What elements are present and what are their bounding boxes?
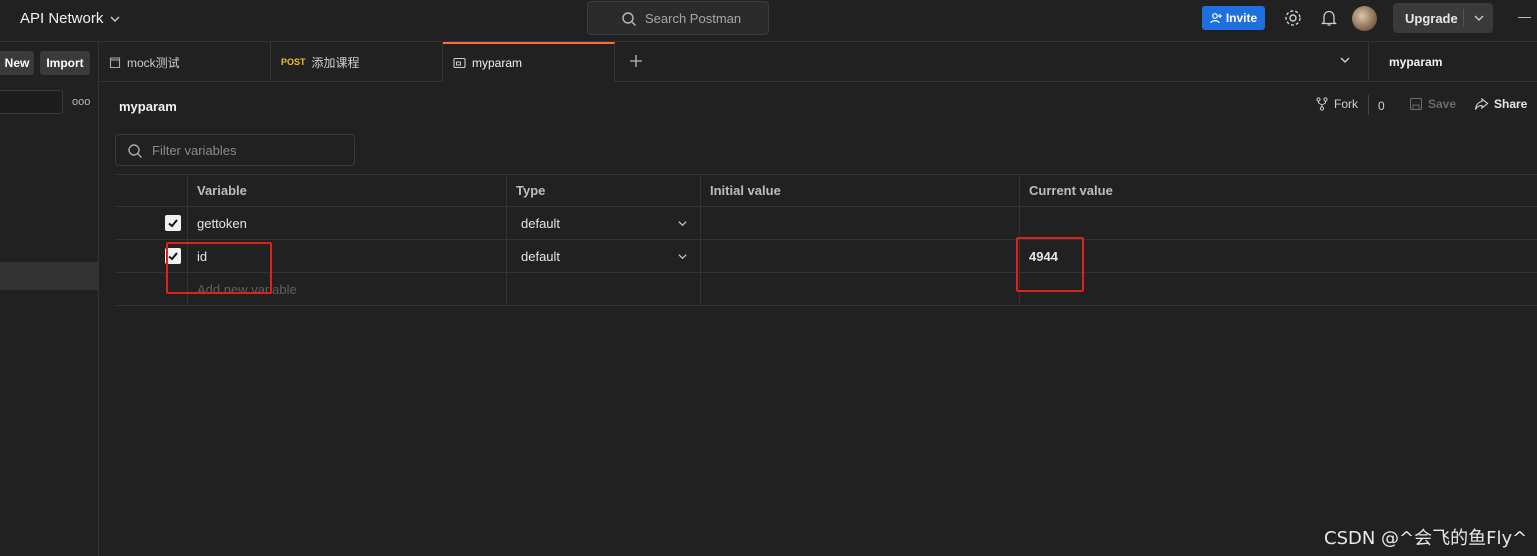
minimize-icon[interactable] — [1518, 17, 1531, 18]
initial-value-field[interactable] — [700, 207, 1019, 239]
search-placeholder: Search Postman — [645, 10, 742, 26]
upgrade-divider — [1463, 9, 1464, 27]
settings-icon[interactable] — [1283, 8, 1303, 28]
more-options-icon[interactable]: ooo — [72, 96, 90, 108]
sidebar-item-selected[interactable] — [0, 262, 99, 290]
tab-label: 添加课程 — [311, 55, 360, 70]
chevron-down-icon[interactable] — [1339, 54, 1351, 66]
type-select[interactable]: default — [506, 240, 700, 272]
tab-myparam[interactable]: myparam — [443, 42, 615, 82]
fork-count: 0 — [1378, 99, 1385, 113]
share-button[interactable]: Share — [1474, 97, 1527, 111]
import-button[interactable]: Import — [40, 51, 90, 75]
chevron-down-icon — [110, 16, 120, 22]
type-cell-empty — [506, 273, 700, 305]
header-initial-value: Initial value — [700, 175, 1019, 206]
divider — [1368, 42, 1369, 82]
chevron-down-icon — [678, 220, 687, 226]
current-value-field[interactable] — [1019, 207, 1537, 239]
header-current-value: Current value — [1019, 175, 1537, 206]
row-check-cell — [115, 207, 187, 239]
type-select[interactable]: default — [506, 207, 700, 239]
check-icon — [168, 219, 178, 228]
upgrade-button[interactable]: Upgrade — [1393, 3, 1493, 33]
workspace-name: API Network — [20, 10, 104, 27]
top-bar: API Network Search Postman Invite Upgrad… — [0, 0, 1537, 42]
watermark: CSDN @^会飞的鱼Fly^ — [1324, 528, 1528, 549]
header-check-cell — [115, 175, 187, 206]
initial-value-empty — [700, 273, 1019, 305]
add-tab-icon[interactable] — [626, 51, 646, 71]
checkbox[interactable] — [165, 215, 181, 231]
initial-value-field[interactable] — [700, 240, 1019, 272]
save-icon — [1409, 97, 1423, 111]
tab-mock[interactable]: mock测试 — [99, 42, 271, 82]
add-user-icon — [1210, 13, 1222, 24]
chevron-down-icon — [678, 253, 687, 259]
collection-icon — [109, 56, 121, 68]
save-button[interactable]: Save — [1409, 97, 1456, 111]
share-icon — [1474, 97, 1489, 110]
environment-selector[interactable]: myparam — [1389, 55, 1442, 69]
variable-name-field[interactable]: gettoken — [187, 207, 506, 239]
search-icon — [128, 144, 142, 158]
invite-button[interactable]: Invite — [1202, 6, 1265, 30]
save-label: Save — [1428, 97, 1457, 111]
fork-button[interactable]: Fork — [1315, 97, 1358, 111]
sidebar: New Import ooo — [0, 42, 99, 556]
environment-editor: myparam Fork 0 Save Share Filter variabl… — [99, 82, 1537, 556]
bell-icon[interactable] — [1319, 8, 1339, 28]
header-variable: Variable — [187, 175, 506, 206]
current-value-field[interactable]: 4944 — [1019, 240, 1537, 272]
filter-placeholder: Filter variables — [152, 142, 237, 158]
new-button[interactable]: New — [0, 51, 34, 75]
table-row: gettoken default — [115, 207, 1537, 240]
search-icon — [622, 12, 636, 26]
tab-bar: mock测试 POST 添加课程 myparam myparam — [99, 42, 1537, 82]
search-input[interactable]: Search Postman — [587, 1, 769, 35]
current-value-empty — [1019, 273, 1537, 305]
share-label: Share — [1494, 97, 1528, 111]
tab-label: myparam — [472, 56, 523, 70]
fork-icon — [1316, 97, 1328, 111]
chevron-down-icon[interactable] — [1473, 12, 1485, 24]
page-title[interactable]: myparam — [119, 99, 177, 114]
table-row: id default 4944 — [115, 240, 1537, 273]
type-value: default — [521, 215, 561, 231]
table-header: Variable Type Initial value Current valu… — [115, 174, 1537, 207]
tab-add-course[interactable]: POST 添加课程 — [271, 42, 443, 82]
annotation-box-id — [166, 242, 272, 294]
annotation-box-value — [1016, 237, 1084, 292]
http-method-badge: POST — [281, 57, 306, 67]
variables-table: Variable Type Initial value Current valu… — [115, 174, 1537, 306]
workspace-switcher[interactable]: API Network — [20, 10, 121, 27]
filter-variables-input[interactable]: Filter variables — [115, 134, 355, 166]
type-value: default — [521, 248, 561, 264]
table-row-new: Add new variable — [115, 273, 1537, 306]
environment-icon — [453, 57, 466, 69]
header-type: Type — [506, 175, 700, 206]
tab-label: mock测试 — [127, 55, 180, 70]
avatar[interactable] — [1352, 6, 1377, 31]
upgrade-label: Upgrade — [1405, 10, 1458, 26]
divider — [1368, 95, 1369, 115]
sidebar-search-input[interactable] — [0, 90, 63, 114]
fork-label: Fork — [1334, 97, 1358, 111]
invite-label: Invite — [1225, 11, 1258, 25]
